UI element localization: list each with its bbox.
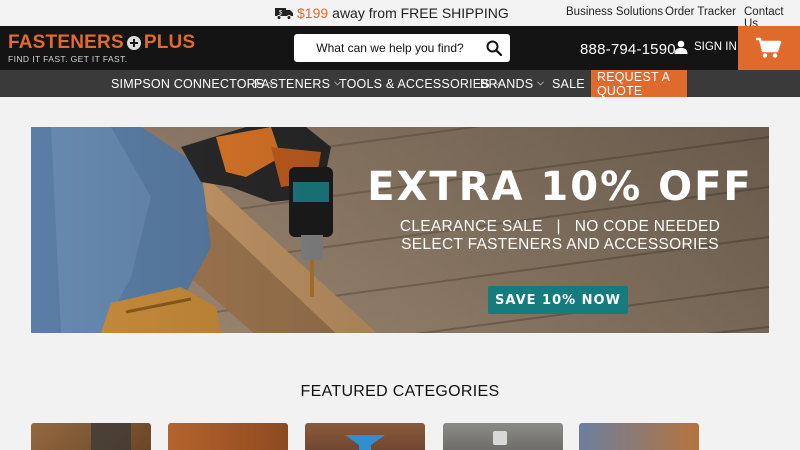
save-now-button[interactable]: SAVE 10% NOW (488, 286, 628, 314)
nav-item-fasteners[interactable]: FASTENERS (254, 70, 341, 97)
sign-in-label: SIGN IN (694, 41, 737, 53)
category-card[interactable] (31, 423, 151, 450)
user-icon (674, 40, 688, 54)
nav-item-label: TOOLS & ACCESSORIES (339, 76, 490, 91)
cart-button[interactable] (738, 26, 800, 70)
search-box (294, 34, 510, 62)
chevron-down-icon (537, 81, 545, 86)
logo[interactable]: FASTENERS PLUS FIND IT FAST. GET IT FAST… (8, 32, 196, 65)
nav-item-sale[interactable]: SALE (552, 70, 585, 97)
nav-item-tools-accessories[interactable]: TOOLS & ACCESSORIES (339, 70, 501, 97)
nav-item-brands[interactable]: BRANDS (480, 70, 545, 97)
request-quote-button[interactable]: REQUEST A QUOTE (591, 69, 687, 98)
category-card[interactable] (168, 423, 288, 450)
logo-name-right: PLUS (143, 32, 196, 53)
nav-item-label: SALE (552, 76, 585, 91)
business-solutions-link[interactable]: Business Solutions (566, 6, 663, 18)
category-card[interactable] (305, 423, 425, 450)
connector-image (31, 423, 151, 450)
truck-icon: $ (275, 8, 293, 20)
nav-item-label: BRANDS (480, 76, 534, 91)
free-shipping-message: $ $199 away from FREE SHIPPING (275, 4, 509, 22)
top-bar: $ $199 away from FREE SHIPPING Business … (0, 0, 800, 30)
logo-name-left: FASTENERS (8, 32, 124, 53)
search-icon[interactable] (486, 40, 502, 56)
promo-banner[interactable]: EXTRA 10% OFF CLEARANCE SALE | NO CODE N… (31, 127, 769, 333)
shipping-text: away from FREE SHIPPING (332, 5, 509, 21)
plus-icon (126, 36, 141, 50)
nav-item-simpson-connectors[interactable]: SIMPSON CONNECTORS (111, 70, 276, 97)
banner-headline: EXTRA 10% OFF (367, 164, 753, 210)
search-input[interactable] (294, 34, 478, 62)
banner-subline-1: CLEARANCE SALE | NO CODE NEEDED (399, 218, 721, 235)
sign-in-link[interactable]: SIGN IN (674, 40, 737, 54)
main-nav: SIMPSON CONNECTORS FASTENERS TOOLS & ACC… (0, 69, 800, 98)
cart-icon (756, 37, 782, 58)
category-card[interactable] (443, 423, 563, 450)
category-card[interactable] (579, 423, 699, 450)
logo-tagline: FIND IT FAST. GET IT FAST. (8, 54, 128, 64)
phone-number[interactable]: 888-794-1590 (580, 41, 676, 58)
nav-item-label: SIMPSON CONNECTORS (111, 76, 265, 91)
nav-item-label: FASTENERS (254, 76, 331, 91)
anchor-image (345, 435, 385, 450)
featured-categories-title: FEATURED CATEGORIES (300, 383, 500, 400)
order-tracker-link[interactable]: Order Tracker (665, 6, 736, 18)
banner-subline-2: SELECT FASTENERS AND ACCESSORIES (401, 236, 719, 253)
site-header: FASTENERS PLUS FIND IT FAST. GET IT FAST… (0, 26, 800, 70)
bolt-image (493, 431, 507, 445)
nav-item-label: REQUEST A QUOTE (597, 69, 670, 98)
shipping-amount: $199 (297, 5, 329, 21)
